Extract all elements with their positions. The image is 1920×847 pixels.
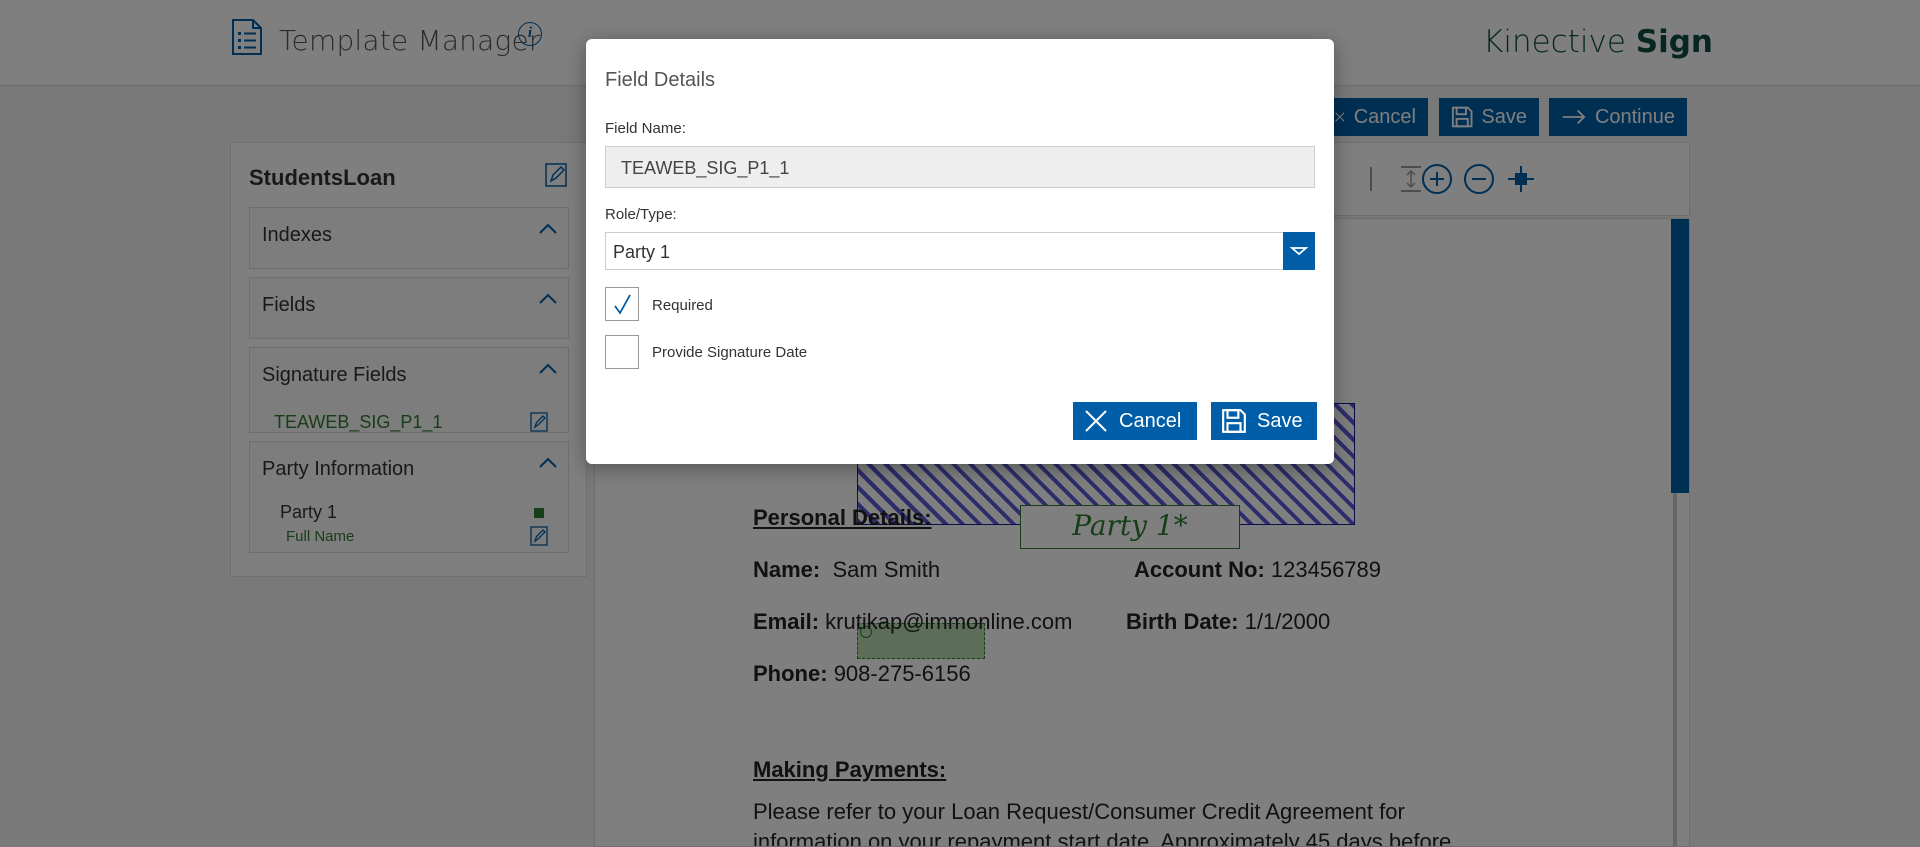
- provide-signature-date-checkbox[interactable]: [605, 335, 639, 369]
- role-type-value: Party 1: [613, 242, 671, 262]
- close-icon: [1085, 410, 1107, 432]
- provide-signature-date-label: Provide Signature Date: [652, 344, 808, 361]
- field-name-label: Field Name:: [605, 120, 686, 137]
- save-icon: [1222, 409, 1246, 433]
- dialog-title: Field Details: [605, 69, 716, 91]
- required-label: Required: [652, 297, 713, 314]
- dialog-cancel-button[interactable]: Cancel: [1073, 402, 1197, 440]
- caret-down-icon: [1289, 247, 1309, 256]
- dialog-save-button[interactable]: Save: [1211, 402, 1317, 440]
- field-details-dialog: Field Details Field Name: TEAWEB_SIG_P1_…: [586, 39, 1334, 464]
- field-name-input[interactable]: TEAWEB_SIG_P1_1: [605, 146, 1315, 188]
- dialog-save-label: Save: [1257, 409, 1303, 432]
- role-type-label: Role/Type:: [605, 206, 677, 223]
- role-type-select[interactable]: Party 1: [605, 232, 1315, 270]
- checkmark-icon: [614, 294, 631, 315]
- dialog-cancel-label: Cancel: [1119, 409, 1182, 432]
- dropdown-button[interactable]: [1283, 232, 1315, 270]
- required-checkbox[interactable]: [605, 287, 639, 321]
